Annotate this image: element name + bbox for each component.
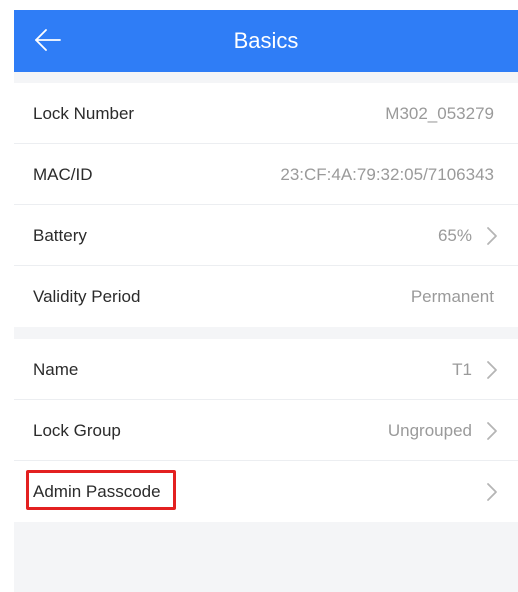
header-bar: Basics: [14, 10, 518, 72]
lock-info-group: Lock Number M302_053279 MAC/ID 23:CF:4A:…: [14, 83, 518, 327]
lock-settings-group: Name T1 Lock Group Ungrouped Admin Passc…: [14, 339, 518, 522]
admin-passcode-row[interactable]: Admin Passcode: [14, 461, 518, 522]
chevron-right-icon: [487, 422, 497, 440]
name-label: Name: [33, 360, 79, 379]
lock-group-row[interactable]: Lock Group Ungrouped: [14, 400, 518, 461]
mac-id-label: MAC/ID: [33, 165, 93, 184]
chevron-right-icon: [487, 483, 497, 501]
page-title: Basics: [233, 28, 299, 53]
lock-number-value: M302_053279: [385, 104, 494, 123]
validity-period-row: Validity Period Permanent: [14, 266, 518, 327]
lock-number-row: Lock Number M302_053279: [14, 83, 518, 144]
name-value: T1: [452, 360, 472, 379]
basics-screen: Basics Lock Number M302_053279 MAC/ID 23…: [14, 10, 518, 592]
validity-period-label: Validity Period: [33, 287, 141, 306]
battery-label: Battery: [33, 226, 87, 245]
validity-period-value: Permanent: [410, 287, 494, 306]
battery-row[interactable]: Battery 65%: [14, 205, 518, 266]
lock-group-value: Ungrouped: [387, 421, 472, 440]
chevron-right-icon: [487, 361, 497, 379]
lock-number-label: Lock Number: [33, 104, 135, 123]
battery-value: 65%: [437, 226, 472, 245]
lock-group-label: Lock Group: [33, 421, 121, 440]
chevron-right-icon: [487, 227, 497, 245]
mac-id-row: MAC/ID 23:CF:4A:79:32:05/7106343: [14, 144, 518, 205]
admin-passcode-label: Admin Passcode: [33, 482, 161, 501]
name-row[interactable]: Name T1: [14, 339, 518, 400]
mac-id-value: 23:CF:4A:79:32:05/7106343: [280, 165, 494, 184]
